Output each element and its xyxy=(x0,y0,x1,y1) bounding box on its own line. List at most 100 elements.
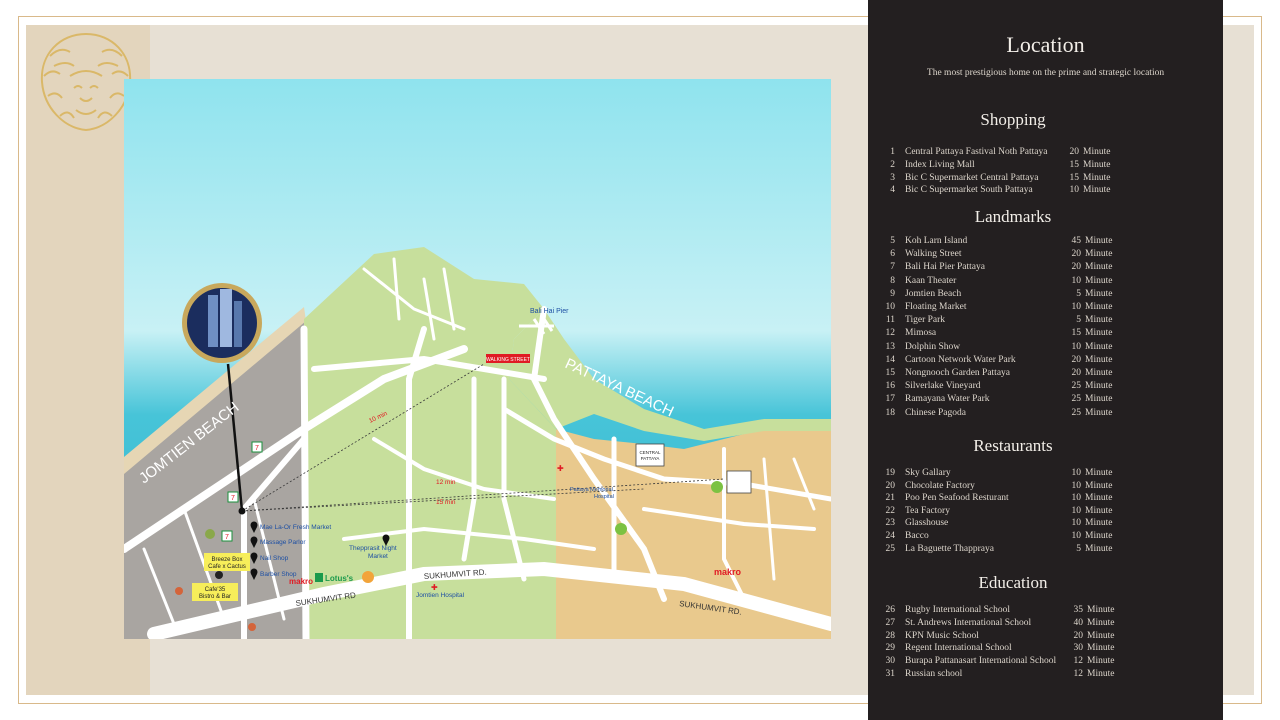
list-item: 14 Cartoon Network Water Park 20 Minute xyxy=(868,355,1223,368)
item-number: 28 xyxy=(885,630,896,641)
list-item: 13 Dolphin Show 10 Minute xyxy=(868,342,1223,355)
item-unit: Minute xyxy=(1085,505,1113,516)
list-item: 4 Bic C Supermarket South Pattaya 10 Minute xyxy=(868,185,1223,198)
item-minutes: 10 xyxy=(1069,185,1080,196)
item-unit: Minute xyxy=(1087,630,1115,641)
item-number: 3 xyxy=(890,172,895,183)
item-number: 2 xyxy=(890,159,895,170)
svg-text:7: 7 xyxy=(255,445,259,452)
item-minutes: 15 xyxy=(1069,172,1080,183)
item-number: 22 xyxy=(885,505,896,516)
item-number: 10 xyxy=(885,302,896,312)
item-unit: Minute xyxy=(1085,407,1113,418)
list-item: 22 Tea Factory 10 Minute xyxy=(868,506,1223,519)
list-item: 2 Index Living Mall 15 Minute xyxy=(868,160,1223,173)
item-minutes: 10 xyxy=(1071,493,1082,504)
item-unit: Minute xyxy=(1085,468,1113,478)
item-unit: Minute xyxy=(1085,493,1113,504)
item-minutes: 5 xyxy=(1076,315,1081,326)
item-minutes: 25 xyxy=(1071,381,1082,392)
item-minutes: 10 xyxy=(1071,480,1082,491)
item-name: Bacco xyxy=(905,531,929,541)
item-name: Walking Street xyxy=(905,249,962,260)
item-number: 19 xyxy=(885,468,896,478)
item-unit: Minute xyxy=(1083,172,1111,183)
list-item: 3 Bic C Supermarket Central Pattaya 15 Minu… xyxy=(868,173,1223,186)
item-name: Index Living Mall xyxy=(905,159,975,170)
item-minutes: 12 xyxy=(1073,669,1084,679)
list-item: 7 Bali Hai Pier Pattaya 20 Minute xyxy=(868,262,1223,275)
list-item: 12 Mimosa 15 Minute xyxy=(868,328,1223,341)
list-item: 10 Floating Market 10 Minute xyxy=(868,302,1223,315)
item-unit: Minute xyxy=(1087,656,1115,667)
item-unit: Minute xyxy=(1087,605,1115,615)
cafe-2-line1: Cafe'35 xyxy=(205,587,226,593)
item-minutes: 10 xyxy=(1071,505,1082,516)
item-unit: Minute xyxy=(1085,531,1113,541)
list-item: 19 Sky Gallary 10 Minute xyxy=(868,468,1223,481)
item-number: 21 xyxy=(885,493,896,504)
item-minutes: 15 xyxy=(1071,328,1082,339)
section-heading-landmarks: Landmarks xyxy=(974,207,1052,226)
hospital-2-label: Jomtien Hospital xyxy=(416,592,465,599)
item-unit: Minute xyxy=(1085,341,1113,352)
item-name: Dolphin Show xyxy=(905,341,961,352)
item-unit: Minute xyxy=(1085,368,1113,378)
item-name: Silverlake Vineyard xyxy=(905,381,981,392)
hospital-1-line2: Hospital xyxy=(594,494,614,500)
item-unit: Minute xyxy=(1085,518,1113,529)
item-minutes: 10 xyxy=(1071,275,1082,286)
list-item: 1 Central Pattaya Fastival Noth Pattaya 20… xyxy=(868,147,1223,160)
item-minutes: 30 xyxy=(1073,643,1084,654)
list-item: 6 Walking Street 20 Minute xyxy=(868,249,1223,262)
restaurant-icon xyxy=(175,587,183,595)
item-name: Kaan Theater xyxy=(905,275,957,286)
item-number: 20 xyxy=(885,480,896,491)
item-unit: Minute xyxy=(1085,381,1113,392)
item-number: 14 xyxy=(885,354,896,365)
location-map: WALKING STREET JOMTIEN BEACH PATTAYA BEA… xyxy=(124,79,831,639)
item-unit: Minute xyxy=(1085,394,1113,405)
item-unit: Minute xyxy=(1083,185,1111,196)
condo-tower-marker[interactable] xyxy=(182,283,262,363)
item-number: 31 xyxy=(885,669,896,679)
item-minutes: 10 xyxy=(1071,518,1082,529)
item-name: Tiger Park xyxy=(905,315,946,326)
list-item: 18 Chinese Pagoda 25 Minute xyxy=(868,408,1223,421)
item-number: 17 xyxy=(885,394,896,405)
item-name: Central Pattaya Fastival Noth Pattaya xyxy=(905,147,1048,157)
item-name: Sky Gallary xyxy=(905,468,951,478)
item-minutes: 20 xyxy=(1073,630,1084,641)
list-item: 31 Russian school 12 Minute xyxy=(868,669,1223,682)
item-unit: Minute xyxy=(1083,159,1111,170)
item-name: St. Andrews International School xyxy=(905,617,1032,628)
item-minutes: 20 xyxy=(1071,249,1082,260)
item-unit: Minute xyxy=(1085,302,1113,312)
item-name: Russian school xyxy=(905,669,963,679)
list-item: 16 Silverlake Vineyard 25 Minute xyxy=(868,381,1223,394)
distance-label-15: 15 min xyxy=(436,499,456,506)
item-name: Bic C Supermarket South Pattaya xyxy=(905,185,1033,196)
item-name: Floating Market xyxy=(905,302,967,312)
list-item: 25 La Baguette Thappraya 5 Minute xyxy=(868,544,1223,557)
terminal21-icon xyxy=(726,470,752,494)
item-unit: Minute xyxy=(1087,617,1115,628)
list-item: 26 Rugby International School 35 Minute xyxy=(868,605,1223,618)
item-name: Tea Factory xyxy=(905,505,950,516)
item-unit: Minute xyxy=(1085,249,1113,260)
item-minutes: 10 xyxy=(1071,468,1082,478)
location-panel: Location The most prestigious home on th… xyxy=(868,0,1223,720)
item-minutes: 20 xyxy=(1071,354,1082,365)
list-item: 11 Tiger Park 5 Minute xyxy=(868,315,1223,328)
mall-logo-icon xyxy=(362,571,374,583)
list-item: 21 Poo Pen Seafood Resturant 10 Minute xyxy=(868,493,1223,506)
item-unit: Minute xyxy=(1085,354,1113,365)
makro-logo-2: makro xyxy=(714,567,742,577)
item-name: Bic C Supermarket Central Pattaya xyxy=(905,172,1039,183)
list-item: 27 St. Andrews International School 40 Minu… xyxy=(868,618,1223,631)
list-item: 29 Regent International School 30 Minute xyxy=(868,643,1223,656)
item-name: Cartoon Network Water Park xyxy=(905,354,1016,365)
item-name: Burapa Pattanasart International School xyxy=(905,656,1057,667)
item-minutes: 20 xyxy=(1071,262,1082,273)
item-name: Koh Larn Island xyxy=(905,236,968,246)
